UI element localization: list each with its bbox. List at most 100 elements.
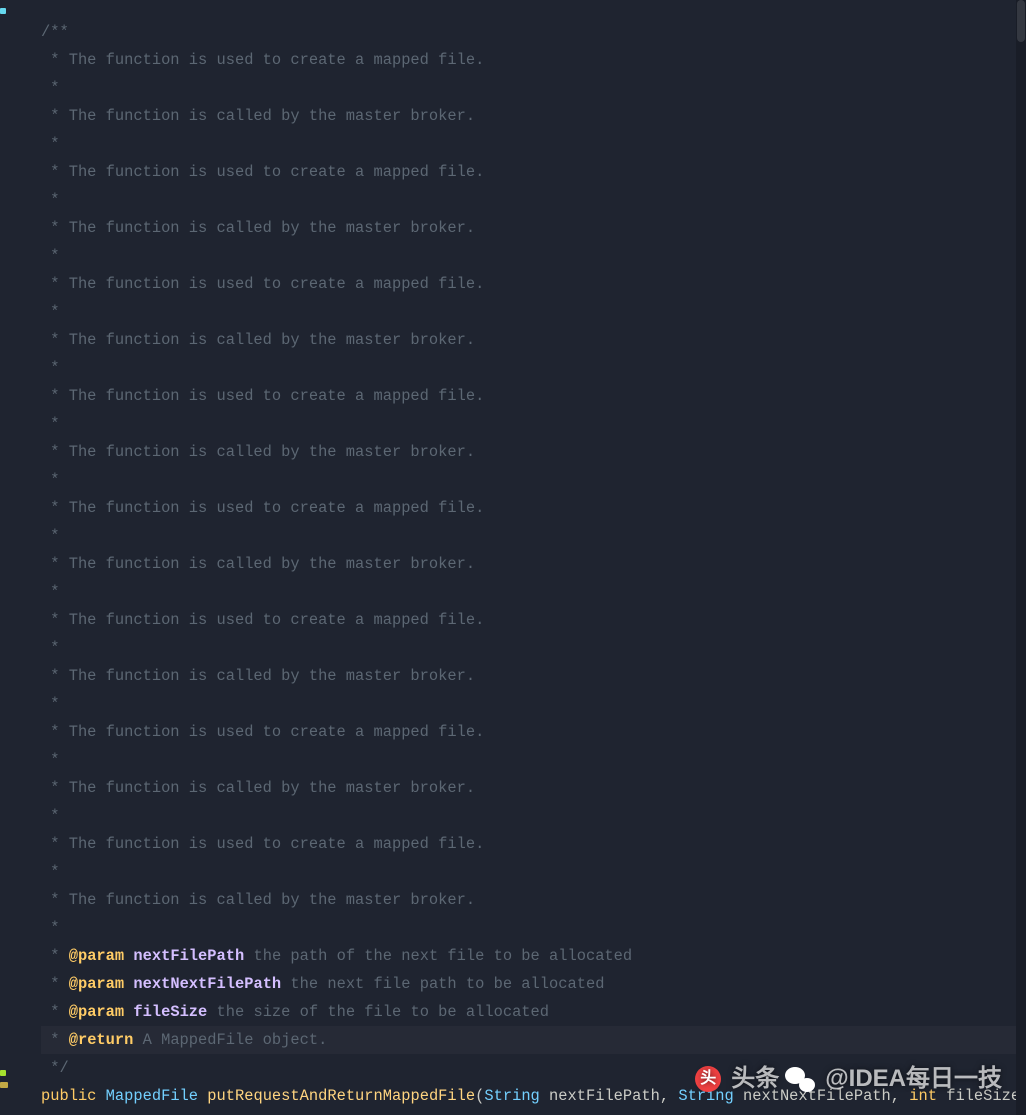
comment-star: * — [41, 1031, 69, 1049]
code-line[interactable]: */ — [41, 1054, 1016, 1082]
code-line[interactable]: * The function is used to create a mappe… — [41, 606, 1016, 634]
code-line[interactable]: * — [41, 466, 1016, 494]
editor-gutter — [0, 0, 6, 1115]
code-line[interactable]: * The function is used to create a mappe… — [41, 158, 1016, 186]
comment-text: * — [41, 807, 59, 825]
comment-text: * The function is called by the master b… — [41, 443, 475, 461]
code-line[interactable]: * The function is called by the master b… — [41, 438, 1016, 466]
comment-text: * — [41, 247, 59, 265]
code-line[interactable]: * The function is called by the master b… — [41, 550, 1016, 578]
comment-star: * — [41, 1003, 69, 1021]
javadoc-param-desc: the next file path to be allocated — [281, 975, 604, 993]
comment-text: * — [41, 639, 59, 657]
javadoc-param-name: fileSize — [133, 1003, 207, 1021]
comment-text: * The function is used to create a mappe… — [41, 611, 484, 629]
comment-text: * — [41, 471, 59, 489]
comment-star: * — [41, 947, 69, 965]
code-line[interactable]: * — [41, 914, 1016, 942]
comment-text: * — [41, 79, 59, 97]
code-line[interactable]: * The function is called by the master b… — [41, 774, 1016, 802]
comment-text: * — [41, 359, 59, 377]
javadoc-return-tag: @return — [69, 1031, 134, 1049]
gutter-mark — [0, 1070, 6, 1076]
comment-text: * The function is called by the master b… — [41, 891, 475, 909]
code-line[interactable]: * — [41, 802, 1016, 830]
code-line[interactable]: /** — [41, 18, 1016, 46]
param-type: String — [678, 1087, 733, 1105]
paren-open: ( — [475, 1087, 484, 1105]
code-line[interactable]: * — [41, 634, 1016, 662]
javadoc-return-desc: A MappedFile object. — [133, 1031, 327, 1049]
param-type: String — [484, 1087, 539, 1105]
scrollbar-thumb[interactable] — [1017, 0, 1025, 42]
comment-text: * — [41, 919, 59, 937]
param-name: nextFilePath, — [540, 1087, 679, 1105]
comment-text: /** — [41, 23, 69, 41]
comment-star: * — [41, 975, 69, 993]
comment-text: * — [41, 583, 59, 601]
param-name: nextNextFilePath, — [734, 1087, 909, 1105]
code-line[interactable]: * — [41, 298, 1016, 326]
javadoc-param-name: nextFilePath — [133, 947, 244, 965]
gutter-mark — [0, 8, 6, 14]
javadoc-param-name: nextNextFilePath — [133, 975, 281, 993]
code-line[interactable]: * — [41, 130, 1016, 158]
code-line[interactable]: * The function is used to create a mappe… — [41, 494, 1016, 522]
code-line[interactable]: * @param nextFilePath the path of the ne… — [41, 942, 1016, 970]
code-editor[interactable]: /** * The function is used to create a m… — [8, 0, 1016, 1115]
code-line[interactable]: * @param nextNextFilePath the next file … — [41, 970, 1016, 998]
comment-text: * — [41, 191, 59, 209]
keyword-int: int — [909, 1087, 937, 1105]
comment-text: * The function is used to create a mappe… — [41, 499, 484, 517]
comment-text: * The function is used to create a mappe… — [41, 387, 484, 405]
code-line[interactable]: * — [41, 578, 1016, 606]
code-line[interactable]: * The function is called by the master b… — [41, 326, 1016, 354]
comment-text: */ — [41, 1059, 69, 1077]
comment-text: * The function is called by the master b… — [41, 555, 475, 573]
code-line[interactable]: * — [41, 242, 1016, 270]
code-line[interactable]: * — [41, 74, 1016, 102]
comment-text: * The function is used to create a mappe… — [41, 835, 484, 853]
gutter-mark — [0, 1082, 8, 1088]
javadoc-param-tag: @param — [69, 1003, 124, 1021]
code-line[interactable]: * The function is used to create a mappe… — [41, 830, 1016, 858]
code-line[interactable]: * — [41, 354, 1016, 382]
code-line[interactable]: * — [41, 410, 1016, 438]
comment-text: * The function is used to create a mappe… — [41, 163, 484, 181]
code-line[interactable]: * The function is called by the master b… — [41, 662, 1016, 690]
code-line[interactable]: * — [41, 690, 1016, 718]
return-type: MappedFile — [106, 1087, 198, 1105]
comment-text: * The function is used to create a mappe… — [41, 723, 484, 741]
comment-text: * The function is called by the master b… — [41, 667, 475, 685]
code-line[interactable]: * @return A MappedFile object. — [41, 1026, 1016, 1054]
code-line[interactable]: * — [41, 746, 1016, 774]
javadoc-param-tag: @param — [69, 947, 124, 965]
vertical-scrollbar[interactable] — [1016, 0, 1026, 1115]
code-line[interactable]: * @param fileSize the size of the file t… — [41, 998, 1016, 1026]
code-line[interactable]: * The function is used to create a mappe… — [41, 382, 1016, 410]
code-line[interactable]: * The function is used to create a mappe… — [41, 718, 1016, 746]
comment-text: * — [41, 415, 59, 433]
javadoc-param-desc: the path of the next file to be allocate… — [244, 947, 632, 965]
comment-text: * — [41, 135, 59, 153]
keyword-public: public — [41, 1087, 96, 1105]
code-line[interactable]: * The function is called by the master b… — [41, 886, 1016, 914]
comment-text: * The function is called by the master b… — [41, 779, 475, 797]
code-line[interactable]: public MappedFile putRequestAndReturnMap… — [41, 1082, 1016, 1110]
code-line[interactable]: * — [41, 522, 1016, 550]
code-line[interactable]: * The function is used to create a mappe… — [41, 270, 1016, 298]
comment-text: * The function is called by the master b… — [41, 331, 475, 349]
javadoc-param-desc: the size of the file to be allocated — [207, 1003, 549, 1021]
comment-text: * — [41, 527, 59, 545]
method-name: putRequestAndReturnMappedFile — [207, 1087, 475, 1105]
code-line[interactable]: * The function is called by the master b… — [41, 102, 1016, 130]
comment-text: * The function is called by the master b… — [41, 219, 475, 237]
javadoc-param-tag: @param — [69, 975, 124, 993]
code-line[interactable]: * — [41, 186, 1016, 214]
code-line[interactable]: * The function is called by the master b… — [41, 214, 1016, 242]
comment-text: * The function is called by the master b… — [41, 107, 475, 125]
code-line[interactable]: * — [41, 858, 1016, 886]
comment-text: * — [41, 751, 59, 769]
code-line[interactable]: * The function is used to create a mappe… — [41, 46, 1016, 74]
comment-text: * — [41, 695, 59, 713]
